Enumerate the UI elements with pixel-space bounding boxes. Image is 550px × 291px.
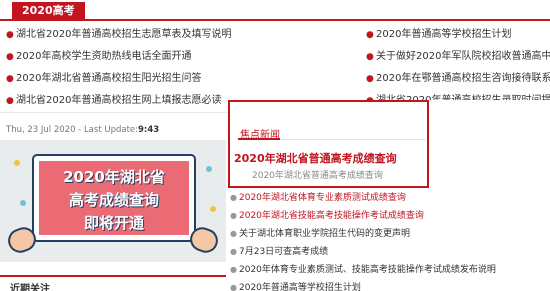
bullet-icon: ● (366, 52, 374, 62)
focus-news-text: 2020年湖北省技能高考技能操作考试成绩查询 (239, 211, 424, 221)
bullet-icon: ● (230, 229, 237, 238)
recent-focus-tab[interactable]: 近期关注 (0, 275, 226, 291)
bullet-icon: ● (230, 265, 237, 274)
news-link[interactable]: ●关于做好2020年军队院校招收普通高中毕业生 (366, 46, 550, 68)
focus-news-text: 2020年体育专业素质测试、技能高考技能操作考试成绩发布说明 (239, 265, 496, 275)
news-link-text: 2020年高校学生资助热线电话全面开通 (16, 51, 192, 62)
banner-line-3: 即将开通 (83, 214, 144, 232)
news-link-text: 2020年普通高等学校招生计划 (376, 29, 512, 40)
focus-news-text: 2020年湖北省体育专业素质测试成绩查询 (239, 193, 406, 203)
bullet-icon: ● (6, 52, 14, 62)
bullet-icon: ● (230, 247, 237, 256)
bullet-icon: ● (230, 211, 237, 220)
date-line: Thu, 23 Jul 2020 - Last Update:9:43 (6, 125, 159, 135)
focus-news-text: 2020年普通高等学校招生计划 (239, 283, 361, 291)
bullet-icon: ● (6, 74, 14, 84)
tab-bar-rule (0, 19, 550, 21)
focus-news-item[interactable]: ● 2020年体育专业素质测试、技能高考技能操作考试成绩发布说明 (230, 261, 550, 279)
banner-line-1: 2020年湖北省 (63, 168, 165, 186)
focus-news-item[interactable]: ● 2020年普通高等学校招生计划 (230, 279, 550, 291)
news-link[interactable]: ● 湖北省2020年普通高校招生网上填报志愿必读 (6, 90, 266, 112)
news-link-text: 关于做好2020年军队院校招收普通高中毕业生 (376, 51, 550, 62)
confetti-icon (14, 160, 20, 166)
recent-focus-label: 近期关注 (10, 284, 50, 291)
focus-news-item[interactable]: ● 7月23日可查高考成绩 (230, 243, 550, 261)
focus-news-item[interactable]: ● 2020年湖北省技能高考技能操作考试成绩查询 (230, 207, 550, 225)
confetti-icon (210, 206, 216, 212)
news-link[interactable]: ● 2020年普通高等学校招生计划 (366, 24, 550, 46)
headline-link[interactable]: 2020年湖北省普通高考成绩查询 (234, 150, 397, 166)
news-link[interactable]: ● 2020年高校学生资助热线电话全面开通 (6, 46, 266, 68)
confetti-icon (20, 200, 26, 206)
banner-line-2: 高考成绩查询 (68, 191, 159, 209)
news-link-text: 湖北省2020年普通高校招生志愿草表及填写说明 (16, 29, 232, 40)
bullet-icon: ● (6, 30, 14, 40)
bullet-icon: ● (366, 74, 374, 84)
tab-2020-gaokao[interactable]: 2020高考 (12, 2, 85, 20)
news-link-text: 湖北省2020年普通高校招生网上填报志愿必读 (16, 95, 222, 106)
news-link[interactable]: ● 2020年湖北省普通高校招生阳光招生问答 (6, 68, 266, 90)
date-text: Thu, 23 Jul 2020 - Last Update: (6, 125, 139, 135)
focus-news-panel: 焦点新闻 2020年湖北省普通高考成绩查询 2020年湖北省普通高考成绩查询 ●… (228, 100, 550, 291)
bullet-icon: ● (6, 96, 14, 106)
promo-banner[interactable]: 2020年湖北省 高考成绩查询 即将开通 (0, 140, 226, 262)
news-list-right: ●2020年普通高等学校招生计划 ●关于做好2020年军队院校招收普通高中毕业生… (366, 24, 550, 112)
banner-board: 2020年湖北省 高考成绩查询 即将开通 (34, 156, 194, 240)
focus-news-item[interactable]: ● 关于湖北体育职业学院招生代码的变更声明 (230, 225, 550, 243)
news-link-text: 2020年湖北省普通高校招生阳光招生问答 (16, 73, 202, 84)
news-link[interactable]: ●2020年在鄂普通高校招生咨询接待联系方式 (366, 68, 550, 90)
focus-news-list: ● 2020年湖北省体育专业素质测试成绩查询 ● 2020年湖北省技能高考技能操作考… (230, 189, 550, 291)
bullet-icon: ● (230, 193, 237, 202)
bullet-icon: ● (230, 283, 237, 291)
bullet-icon: ● (366, 30, 374, 40)
confetti-icon (206, 166, 212, 172)
focus-news-text: 7月23日可查高考成绩 (239, 247, 329, 257)
tab-bar: 2020高考 (0, 0, 550, 22)
focus-news-item[interactable]: ● 2020年湖北省体育专业素质测试成绩查询 (230, 189, 550, 207)
news-link[interactable]: ● 湖北省2020年普通高校招生志愿草表及填写说明 (6, 24, 266, 46)
carousel-dots (80, 252, 150, 260)
title-accent (238, 138, 280, 140)
focus-news-text: 关于湖北体育职业学院招生代码的变更声明 (239, 229, 411, 239)
update-time: 9:43 (138, 125, 160, 135)
news-link-text: 2020年在鄂普通高校招生咨询接待联系方式 (376, 73, 550, 84)
headline-summary: 2020年湖北省普通高考成绩查询 (252, 171, 383, 181)
news-list-left: ● 湖北省2020年普通高校招生志愿草表及填写说明 ● 2020年高校学生资助热线电… (6, 24, 266, 112)
